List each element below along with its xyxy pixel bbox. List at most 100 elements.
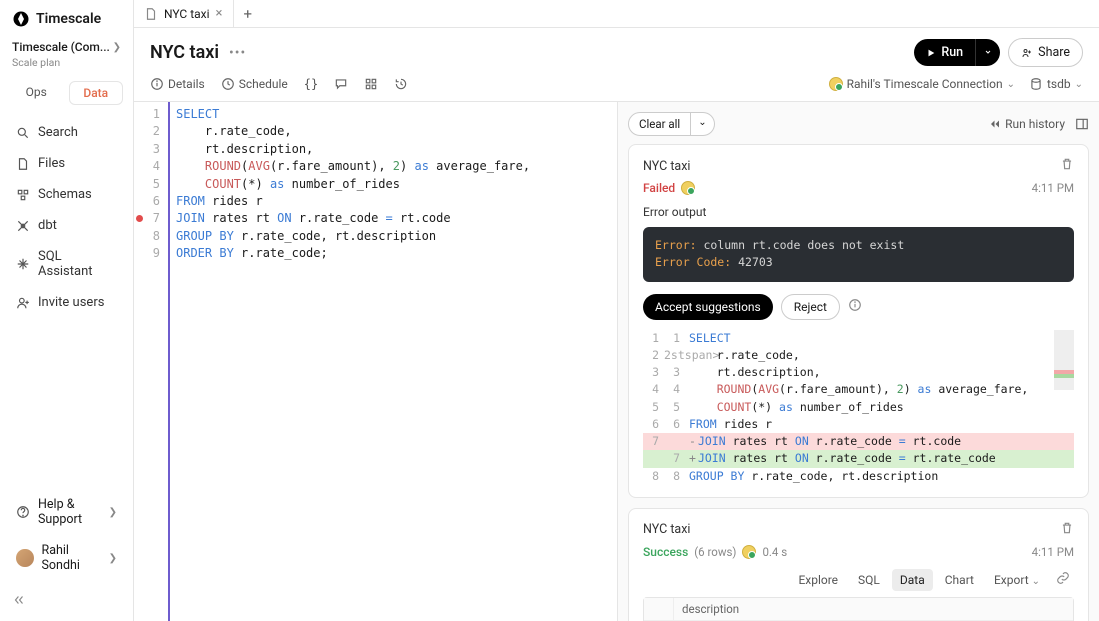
help-icon xyxy=(16,505,30,519)
help-support[interactable]: Help & Support ❯ xyxy=(6,489,127,535)
chevron-down-icon: ⌄ xyxy=(1032,576,1040,587)
timescale-logo-icon xyxy=(12,10,30,28)
run-dropdown[interactable] xyxy=(975,39,1000,66)
error-output: Error: column rt.code does not exist Err… xyxy=(643,227,1074,282)
link-icon xyxy=(1056,571,1070,585)
clear-all-button[interactable]: Clear all xyxy=(628,112,691,136)
more-menu[interactable]: ••• xyxy=(229,45,246,61)
rewind-icon xyxy=(989,118,1001,130)
breakpoint-icon[interactable] xyxy=(136,215,143,222)
user-name: Rahil Sondhi xyxy=(42,543,109,573)
file-icon xyxy=(144,7,158,21)
result-title: NYC taxi xyxy=(643,159,690,174)
row-count: (6 rows) xyxy=(694,545,736,559)
chevron-down-icon: ⌄ xyxy=(1075,79,1083,90)
tab-data[interactable]: Data xyxy=(892,569,933,591)
share-button[interactable]: Share xyxy=(1008,38,1083,67)
page-title: NYC taxi xyxy=(150,42,219,63)
grid-icon xyxy=(364,77,378,91)
toolbar-comment[interactable] xyxy=(334,77,348,91)
reject-button[interactable]: Reject xyxy=(781,294,840,320)
delete-result[interactable] xyxy=(1060,157,1074,175)
database-name: tsdb xyxy=(1047,77,1071,91)
toolbar-schedule[interactable]: Schedule xyxy=(221,77,288,91)
collapse-sidebar[interactable] xyxy=(0,587,133,621)
copy-link[interactable] xyxy=(1052,569,1074,590)
run-button[interactable]: Run xyxy=(914,39,1000,66)
layout-toggle[interactable] xyxy=(1075,117,1089,131)
nav-search[interactable]: Search xyxy=(6,117,127,148)
nav-schemas[interactable]: Schemas xyxy=(6,179,127,210)
tab-chart[interactable]: Chart xyxy=(937,569,982,591)
run-label: Run xyxy=(941,45,963,60)
file-tab[interactable]: NYC taxi × xyxy=(134,0,234,27)
toolbar-history[interactable] xyxy=(394,77,408,91)
tab-sql[interactable]: SQL xyxy=(850,569,888,591)
database-selector[interactable]: tsdb ⌄ xyxy=(1029,77,1083,91)
brand-logo: Timescale xyxy=(0,0,133,34)
org-selector[interactable]: Timescale (Com... ❯ xyxy=(0,34,133,56)
error-output-label: Error output xyxy=(643,205,1074,219)
comment-icon xyxy=(334,77,348,91)
play-icon xyxy=(926,48,936,58)
chevron-down-icon: ⌄ xyxy=(1007,79,1015,90)
schema-icon xyxy=(16,188,30,202)
clear-dropdown[interactable]: ⌄ xyxy=(691,112,714,136)
user-menu[interactable]: Rahil Sondhi ❯ xyxy=(6,535,127,581)
column-header[interactable]: description xyxy=(674,598,1073,620)
file-tab-name: NYC taxi xyxy=(164,7,210,21)
plan-label: Scale plan xyxy=(0,56,133,77)
nav-invite[interactable]: Invite users xyxy=(6,287,127,318)
toolbar-details[interactable]: Details xyxy=(150,77,205,91)
data-grid[interactable]: description 11 22 33 xyxy=(643,597,1074,621)
nav-sql-assistant[interactable]: SQL Assistant xyxy=(6,241,127,287)
editor-code[interactable]: SELECT r.rate_code, rt.description, ROUN… xyxy=(168,102,617,621)
trash-icon xyxy=(1060,521,1074,535)
nav-dbt-label: dbt xyxy=(38,218,57,233)
status-success: Success xyxy=(643,545,688,559)
database-icon xyxy=(1029,77,1043,91)
add-tab[interactable]: + xyxy=(234,5,263,23)
nav-files[interactable]: Files xyxy=(6,148,127,179)
diff-view: 11SELECT 22stspan> r.rate_code, 33 rt.de… xyxy=(643,330,1074,485)
nav-invite-label: Invite users xyxy=(38,295,104,310)
info-icon[interactable] xyxy=(848,298,862,316)
file-icon xyxy=(16,157,30,171)
run-history-link[interactable]: Run history xyxy=(989,117,1065,131)
tab-ops[interactable]: Ops xyxy=(10,81,63,105)
run-history-label: Run history xyxy=(1005,117,1065,131)
clock-icon xyxy=(221,77,235,91)
nav-dbt[interactable]: dbt xyxy=(6,210,127,241)
user-plus-icon xyxy=(16,296,30,310)
sql-editor[interactable]: 1 2 3 4 5 6 7 8 9 SELECT r.rate_code, rt… xyxy=(134,102,618,621)
minimap[interactable] xyxy=(1054,330,1074,390)
brand-name: Timescale xyxy=(36,11,101,27)
chevron-right-icon: ❯ xyxy=(109,507,117,518)
share-icon xyxy=(1021,47,1033,59)
result-title: NYC taxi xyxy=(643,522,690,537)
help-label: Help & Support xyxy=(38,497,109,527)
result-time: 4:11 PM xyxy=(1032,545,1074,559)
chevron-right-icon: ❯ xyxy=(113,42,121,53)
chevron-right-icon: ❯ xyxy=(109,553,117,564)
history-icon xyxy=(394,77,408,91)
tab-export[interactable]: Export ⌄ xyxy=(986,569,1048,591)
connection-badge-icon xyxy=(829,77,843,91)
nav-search-label: Search xyxy=(38,125,78,140)
panel-icon xyxy=(1075,117,1089,131)
delete-result[interactable] xyxy=(1060,521,1074,539)
toolbar-schedule-label: Schedule xyxy=(239,77,288,91)
close-icon[interactable]: × xyxy=(216,6,223,21)
tab-explore[interactable]: Explore xyxy=(790,569,846,591)
result-time: 4:11 PM xyxy=(1032,181,1074,195)
toolbar-grid[interactable] xyxy=(364,77,378,91)
nav-sql-assistant-label: SQL Assistant xyxy=(38,249,117,279)
toolbar-braces[interactable]: {} xyxy=(304,77,318,91)
share-label: Share xyxy=(1038,45,1070,60)
connection-selector[interactable]: Rahil's Timescale Connection ⌄ xyxy=(829,77,1015,91)
tab-data[interactable]: Data xyxy=(69,81,124,105)
accept-suggestions-button[interactable]: Accept suggestions xyxy=(643,294,773,320)
connection-name: Rahil's Timescale Connection xyxy=(847,77,1003,91)
nav-schemas-label: Schemas xyxy=(38,187,92,202)
result-card-failed: NYC taxi Failed 4:11 PM Error output Err… xyxy=(628,144,1089,498)
